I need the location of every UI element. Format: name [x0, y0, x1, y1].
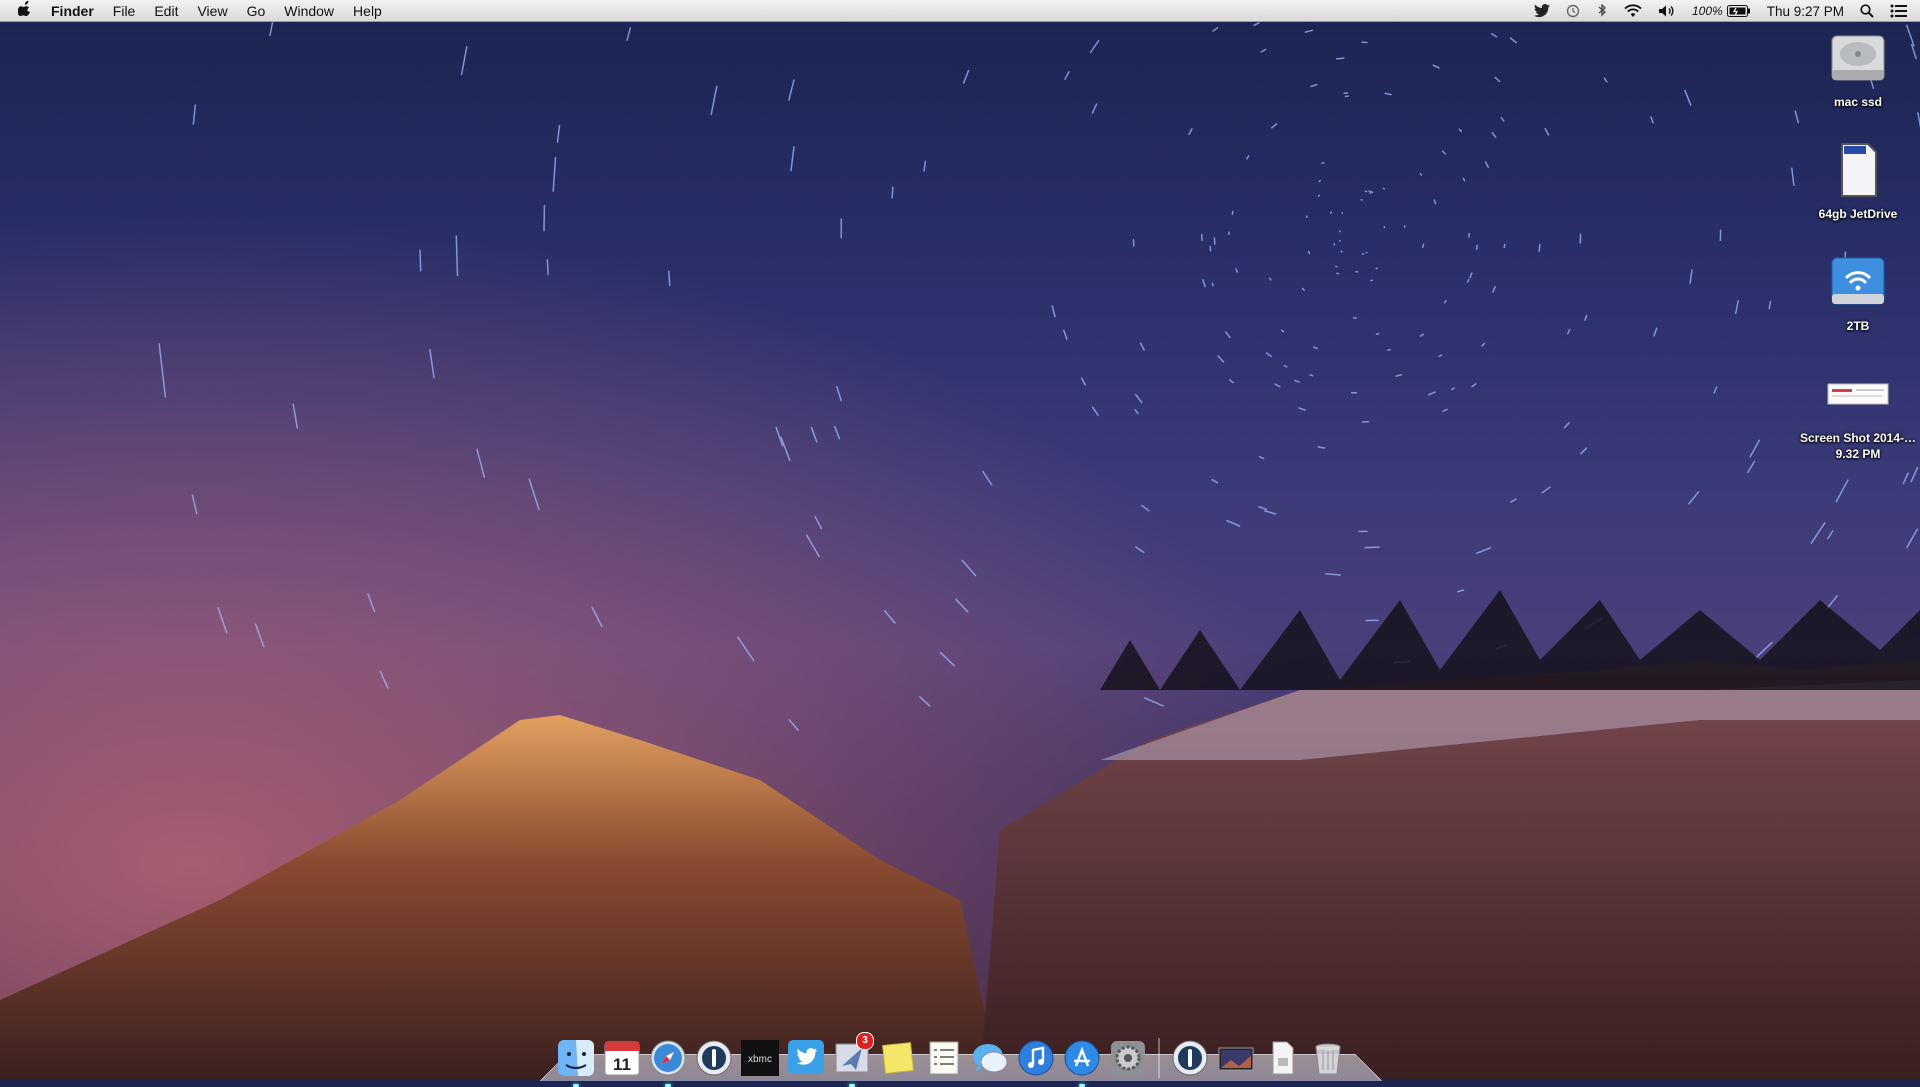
app-menu-finder[interactable]: Finder — [51, 0, 94, 22]
wifi-icon[interactable] — [1624, 4, 1642, 18]
dock-finder[interactable] — [556, 1038, 596, 1078]
star-trail — [1468, 280, 1469, 282]
star-trail — [1383, 188, 1384, 189]
bluetooth-icon[interactable] — [1596, 4, 1608, 18]
star-trail — [1322, 163, 1324, 164]
menu-edit[interactable]: Edit — [154, 0, 178, 22]
calendar-day: 11 — [613, 1055, 631, 1074]
mail-badge: 3 — [856, 1032, 874, 1050]
menu-window[interactable]: Window — [284, 0, 334, 22]
battery-icon — [1727, 5, 1751, 17]
star-trail — [1477, 246, 1478, 250]
star-trail — [1423, 244, 1424, 247]
apple-logo-icon[interactable] — [18, 0, 32, 22]
star-trail — [892, 187, 893, 198]
app-store-icon — [1062, 1038, 1102, 1078]
dock-documents-stack[interactable] — [1262, 1038, 1302, 1078]
dock-1password-mini[interactable] — [1170, 1038, 1210, 1078]
volume-icon[interactable] — [1658, 4, 1676, 18]
dock-stickies[interactable] — [878, 1038, 918, 1078]
menu-go[interactable]: Go — [247, 0, 266, 22]
clock[interactable]: Thu 9:27 PM — [1767, 4, 1844, 19]
star-trail — [1319, 181, 1320, 182]
desktop-icon-jetdrive[interactable]: 64gb JetDrive — [1798, 138, 1918, 222]
dock-separator — [1158, 1038, 1160, 1078]
messages-icon — [970, 1038, 1010, 1078]
trash-icon — [1308, 1038, 1348, 1078]
sd-card-icon — [1826, 138, 1890, 202]
screenshot-file-icon — [1826, 362, 1890, 426]
star-trail — [1310, 375, 1312, 376]
star-trail — [1270, 278, 1271, 280]
desktop-folder-icon — [1216, 1038, 1256, 1078]
star-trail — [1212, 283, 1213, 285]
desktop[interactable]: Finder File Edit View Go Window Help 100… — [0, 0, 1920, 1080]
xbmc-label: xbmc — [748, 1054, 772, 1065]
xbmc-icon: xbmc — [740, 1038, 780, 1078]
menu-file[interactable]: File — [113, 0, 136, 22]
wallpaper — [0, 0, 1920, 1080]
star-trail — [1341, 251, 1342, 252]
document-icon — [1262, 1038, 1302, 1078]
star-trail — [1331, 212, 1332, 213]
star-trail — [1463, 178, 1464, 180]
menu-bar: Finder File Edit View Go Window Help 100… — [0, 0, 1920, 22]
twitter-icon[interactable] — [1534, 4, 1550, 18]
dock-1password[interactable] — [694, 1038, 734, 1078]
dock-reminders[interactable] — [924, 1038, 964, 1078]
dock-system-preferences[interactable] — [1108, 1038, 1148, 1078]
password-icon — [694, 1038, 734, 1078]
time-machine-icon[interactable] — [1566, 4, 1580, 18]
dock-xbmc[interactable]: xbmc — [740, 1038, 780, 1078]
reminders-icon — [924, 1038, 964, 1078]
menu-help[interactable]: Help — [353, 0, 382, 22]
desktop-icon-mac-ssd[interactable]: mac ssd — [1798, 26, 1918, 110]
star-trail — [1365, 547, 1379, 548]
password-icon — [1170, 1038, 1210, 1078]
system-preferences-icon — [1108, 1038, 1148, 1078]
twitter-icon — [786, 1038, 826, 1078]
star-trail — [669, 271, 670, 285]
star-trail — [1420, 174, 1421, 175]
hard-drive-icon — [1826, 26, 1890, 90]
network-drive-icon — [1826, 250, 1890, 314]
star-trail — [1319, 195, 1320, 196]
battery-percent: 100% — [1692, 4, 1723, 18]
star-trail — [1210, 247, 1211, 251]
desktop-icon-screenshot[interactable]: Screen Shot 2014-…9.32 PM — [1798, 362, 1918, 462]
star-trail — [1337, 58, 1344, 59]
dock-mail[interactable]: 3 — [832, 1038, 872, 1078]
star-trail — [1309, 251, 1310, 253]
desktop-icon-label: mac ssd — [1798, 94, 1918, 110]
star-trail — [1388, 350, 1390, 351]
dock-calendar[interactable]: 11 — [602, 1038, 642, 1078]
finder-icon — [556, 1038, 596, 1078]
star-trail — [1334, 244, 1335, 245]
dock-twitter[interactable] — [786, 1038, 826, 1078]
desktop-icon-label: 64gb JetDrive — [1798, 206, 1918, 222]
star-trail — [420, 250, 421, 271]
star-trail — [547, 260, 548, 275]
star-trail — [1337, 273, 1338, 274]
dock-trash[interactable] — [1308, 1038, 1348, 1078]
desktop-icon-label: 2TB — [1798, 318, 1918, 334]
star-trail — [1236, 269, 1237, 272]
calendar-icon: 11 — [602, 1038, 642, 1078]
search-icon[interactable] — [1860, 4, 1874, 18]
dock-desktop-stack[interactable] — [1216, 1038, 1256, 1078]
itunes-icon — [1016, 1038, 1056, 1078]
stickies-icon — [878, 1038, 918, 1078]
desktop-icon-2tb[interactable]: 2TB — [1798, 250, 1918, 334]
dock: 11 xbmc 3 — [556, 1022, 1348, 1078]
dock-safari[interactable] — [648, 1038, 688, 1078]
dock-app-store[interactable] — [1062, 1038, 1102, 1078]
star-trail — [1539, 244, 1540, 251]
dock-messages[interactable] — [970, 1038, 1010, 1078]
battery-status[interactable]: 100% — [1692, 4, 1751, 18]
dock-itunes[interactable] — [1016, 1038, 1056, 1078]
safari-icon — [648, 1038, 688, 1078]
menu-view[interactable]: View — [197, 0, 227, 22]
list-icon[interactable] — [1890, 4, 1908, 18]
desktop-icon-label: Screen Shot 2014-…9.32 PM — [1798, 430, 1918, 462]
